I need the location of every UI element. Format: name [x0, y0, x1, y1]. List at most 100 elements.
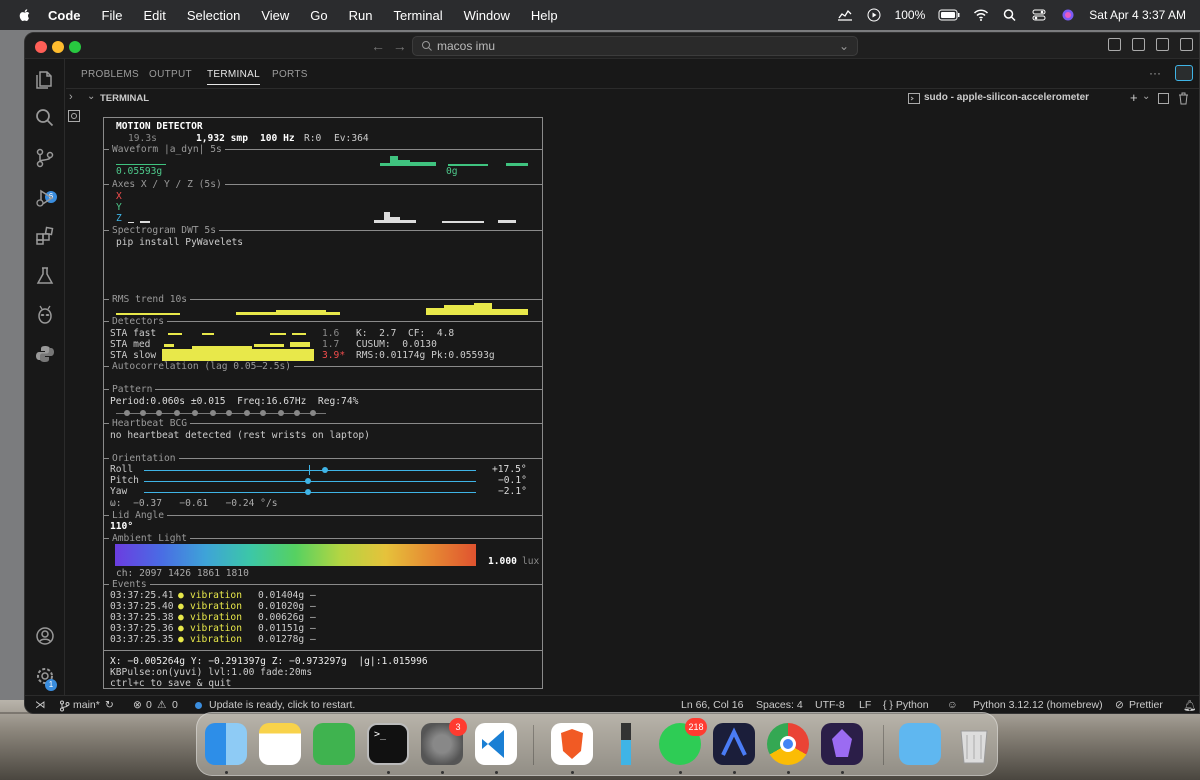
- terminal-section-header: › ⌄ TERMINAL sudo - apple-silicon-accele…: [66, 89, 1199, 109]
- section-heartbeat: Heartbeat BCG: [109, 418, 191, 429]
- minimize-window-button[interactable]: [52, 41, 64, 53]
- terminal-output[interactable]: MOTION DETECTOR 19.3s 1,932 smp 100 Hz R…: [69, 109, 1199, 693]
- prettier-status[interactable]: Prettier: [1129, 699, 1163, 711]
- prettier-icon[interactable]: ⊘: [1115, 699, 1124, 711]
- customize-layout-icon[interactable]: [1108, 38, 1121, 51]
- line-ending[interactable]: LF: [859, 699, 871, 711]
- tab-ports[interactable]: PORTS: [272, 69, 308, 80]
- toggle-panel-icon[interactable]: [1156, 38, 1169, 51]
- terminal-app-icon[interactable]: >_: [367, 723, 409, 765]
- close-window-button[interactable]: [35, 41, 47, 53]
- tab-terminal[interactable]: TERMINAL: [207, 69, 260, 85]
- brave-browser-icon[interactable]: [551, 723, 593, 765]
- trash-icon[interactable]: [953, 723, 995, 765]
- nav-arrows[interactable]: ← →: [371, 38, 407, 54]
- error-icon[interactable]: ⊗: [133, 699, 142, 711]
- separator: [104, 584, 542, 585]
- menu-file[interactable]: File: [102, 8, 123, 23]
- section-waveform: Waveform |a_dyn| 5s: [109, 144, 225, 155]
- chrome-icon[interactable]: [767, 723, 809, 765]
- account-icon[interactable]: [34, 625, 56, 647]
- sync-icon[interactable]: ↻: [105, 699, 114, 711]
- chevron-right-icon[interactable]: ›: [69, 91, 73, 103]
- cursor-position[interactable]: Ln 66, Col 16: [681, 699, 743, 711]
- battery-icon[interactable]: [938, 8, 960, 22]
- menu-help[interactable]: Help: [531, 8, 558, 23]
- vscode-icon[interactable]: [475, 723, 517, 765]
- terminal-dropdown-icon[interactable]: ⌄: [1142, 91, 1150, 102]
- tab-problems[interactable]: PROBLEMS: [81, 69, 139, 80]
- menu-terminal[interactable]: Terminal: [394, 8, 443, 23]
- source-control-icon[interactable]: [34, 147, 56, 169]
- siri-icon[interactable]: [1060, 8, 1076, 22]
- toggle-primary-sidebar-icon[interactable]: [1132, 38, 1145, 51]
- menu-selection[interactable]: Selection: [187, 8, 240, 23]
- stat-time: 19.3s: [128, 133, 157, 144]
- problems-count[interactable]: 0: [146, 699, 152, 711]
- numbers-icon[interactable]: [313, 723, 355, 765]
- menu-edit[interactable]: Edit: [143, 8, 165, 23]
- obsidian-icon[interactable]: [821, 723, 863, 765]
- lid-angle-value: 110°: [110, 521, 134, 532]
- sta-fast-value: 1.6: [322, 328, 340, 339]
- notifications-bell-icon[interactable]: 🔔︎: [1183, 699, 1196, 712]
- tab-output[interactable]: OUTPUT: [149, 69, 192, 80]
- indentation[interactable]: Spaces: 4: [756, 699, 803, 711]
- menu-datetime[interactable]: Sat Apr 4 3:37 AM: [1089, 8, 1186, 22]
- alien-extension-icon[interactable]: [34, 304, 56, 326]
- git-branch[interactable]: main*: [73, 699, 100, 711]
- extensions-icon[interactable]: [34, 225, 56, 247]
- search-icon[interactable]: [34, 107, 56, 129]
- running-indicator: [841, 771, 844, 774]
- kbpulse-status: KBPulse:on(yuvi) lvl:1.00 fade:20ms: [110, 667, 313, 678]
- command-center-search[interactable]: macos imu ⌄: [412, 36, 858, 56]
- copilot-icon[interactable]: ⌄: [839, 37, 849, 55]
- running-indicator: [679, 771, 682, 774]
- menu-view[interactable]: View: [261, 8, 289, 23]
- warning-icon[interactable]: ⚠: [157, 699, 166, 711]
- encoding[interactable]: UTF-8: [815, 699, 845, 711]
- search-icon[interactable]: [1002, 8, 1018, 22]
- section-orientation: Orientation: [109, 453, 179, 464]
- git-branch-icon[interactable]: [59, 700, 70, 712]
- copilot-icon[interactable]: ☺: [947, 699, 958, 711]
- finder-icon[interactable]: [205, 723, 247, 765]
- language-mode[interactable]: { } Python: [883, 699, 929, 711]
- activity-monitor-icon[interactable]: [837, 8, 853, 22]
- testing-flask-icon[interactable]: [34, 265, 56, 287]
- roll-track: [144, 470, 476, 471]
- menu-go[interactable]: Go: [310, 8, 327, 23]
- waveform-bar: [116, 164, 166, 165]
- terminal-process-name[interactable]: sudo - apple-silicon-accelerometer: [924, 92, 1089, 103]
- explorer-icon[interactable]: [34, 69, 56, 91]
- split-terminal-icon[interactable]: [1158, 93, 1169, 104]
- section-lid-angle: Lid Angle: [109, 510, 167, 521]
- zoom-window-button[interactable]: [69, 41, 81, 53]
- python-icon[interactable]: [34, 343, 56, 365]
- play-icon[interactable]: [866, 8, 882, 22]
- menu-app-name[interactable]: Code: [48, 8, 81, 23]
- maximize-panel-button[interactable]: [1175, 65, 1193, 81]
- menu-run[interactable]: Run: [349, 8, 373, 23]
- run-debug-icon[interactable]: [34, 187, 56, 209]
- update-notice[interactable]: Update is ready, click to restart.: [209, 699, 355, 711]
- menu-window[interactable]: Window: [464, 8, 510, 23]
- warnings-count[interactable]: 0: [172, 699, 178, 711]
- stat-rate: 100 Hz: [260, 133, 295, 144]
- downloads-folder-icon[interactable]: [899, 723, 941, 765]
- notes-icon[interactable]: [259, 723, 301, 765]
- wifi-icon[interactable]: [973, 8, 989, 22]
- toggle-secondary-sidebar-icon[interactable]: [1180, 38, 1193, 51]
- yaw-indicator: [305, 489, 311, 495]
- chevron-down-icon[interactable]: ⌄: [87, 91, 95, 102]
- stat-r: R:0: [304, 133, 322, 144]
- remote-icon[interactable]: ⋊: [35, 699, 46, 711]
- audio-meter-icon[interactable]: [605, 723, 647, 765]
- panel-more-icon[interactable]: ···: [1149, 66, 1161, 80]
- new-terminal-icon[interactable]: +: [1130, 90, 1138, 105]
- trash-icon[interactable]: [1178, 92, 1189, 105]
- arc-app-icon[interactable]: [713, 723, 755, 765]
- control-center-icon[interactable]: [1031, 8, 1047, 22]
- apple-icon[interactable]: [18, 8, 32, 22]
- python-interpreter[interactable]: Python 3.12.12 (homebrew): [973, 699, 1103, 711]
